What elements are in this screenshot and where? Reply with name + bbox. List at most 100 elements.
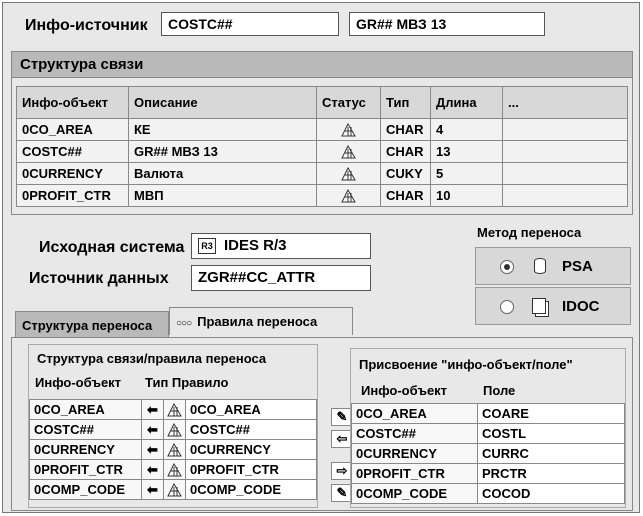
method-option-idoc[interactable]: IDOC bbox=[475, 287, 631, 325]
maintain-icon bbox=[167, 483, 182, 497]
idoc-radio[interactable] bbox=[500, 300, 514, 314]
rule-infoobject: 0CURRENCY bbox=[29, 439, 142, 460]
datasource-field[interactable]: ZGR##CC_ATTR bbox=[191, 265, 371, 291]
table-row[interactable]: 0PROFIT_CTR PRCTR bbox=[351, 463, 625, 484]
assign-field: CURRC bbox=[477, 443, 625, 464]
rule-infoobject: 0CO_AREA bbox=[29, 399, 142, 420]
rule-type-cell[interactable] bbox=[163, 459, 186, 480]
maintain-icon bbox=[167, 423, 182, 437]
row-status[interactable] bbox=[316, 118, 381, 141]
transfer-method-group: Метод переноса PSA IDOC bbox=[471, 225, 633, 333]
col-description: Описание bbox=[128, 86, 317, 119]
assignment-col-field: Поле bbox=[483, 383, 516, 398]
communication-structure-panel: Структура связи Инфо-объект Описание Ста… bbox=[11, 51, 633, 215]
table-row[interactable]: 0CURRENCY CURRC bbox=[351, 443, 625, 464]
psa-label: PSA bbox=[562, 258, 593, 275]
rules-block: Структура связи/правила переноса Инфо-об… bbox=[28, 344, 318, 508]
table-row[interactable]: COSTC## GR## МВЗ 13 CHAR 13 bbox=[16, 140, 628, 163]
rules-table: 0CO_AREA ⬅ 0CO_AREA COSTC## ⬅ COSTC## 0CURRENC… bbox=[29, 399, 317, 500]
arrow-left-icon[interactable]: ⬅ bbox=[141, 439, 164, 460]
psa-radio[interactable] bbox=[500, 260, 514, 274]
row-type: CHAR bbox=[380, 140, 431, 163]
transfer-rules-area: Структура связи/правила переноса Инфо-об… bbox=[11, 337, 633, 511]
row-infoobject: 0CURRENCY bbox=[16, 162, 129, 185]
rule-infoobject: 0PROFIT_CTR bbox=[29, 459, 142, 480]
datasource-label: Источник данных bbox=[29, 270, 169, 287]
table-row[interactable]: 0PROFIT_CTR МВП CHAR 10 bbox=[16, 184, 628, 207]
method-option-psa[interactable]: PSA bbox=[475, 247, 631, 285]
table-row[interactable]: 0CO_AREA COARE bbox=[351, 403, 625, 424]
row-type: CHAR bbox=[380, 118, 431, 141]
assign-field: COSTL bbox=[477, 423, 625, 444]
maintain-icon bbox=[341, 167, 356, 181]
assignment-table: 0CO_AREA COARE COSTC## COSTL 0CURRENCY CURRC 0… bbox=[351, 403, 625, 504]
arrow-left-icon[interactable]: ⬅ bbox=[141, 419, 164, 440]
table-row[interactable]: 0COMP_CODE COCOD bbox=[351, 483, 625, 504]
row-description: GR## МВЗ 13 bbox=[128, 140, 317, 163]
communication-structure-title: Структура связи bbox=[12, 52, 632, 78]
maintain-icon bbox=[341, 189, 356, 203]
communication-structure-table: Инфо-объект Описание Статус Тип Длина ..… bbox=[16, 86, 628, 207]
assign-infoobject: 0COMP_CODE bbox=[351, 483, 478, 504]
table-row[interactable]: COSTC## ⬅ COSTC## bbox=[29, 419, 317, 440]
assign-field: COARE bbox=[477, 403, 625, 424]
row-length: 13 bbox=[430, 140, 503, 163]
rules-title: Структура связи/правила переноса bbox=[37, 351, 267, 366]
maintain-icon bbox=[341, 145, 356, 159]
maintain-icon bbox=[167, 463, 182, 477]
assignment-col-infoobject: Инфо-объект bbox=[361, 383, 448, 398]
row-description: КЕ bbox=[128, 118, 317, 141]
source-system-label: Исходная система bbox=[39, 239, 185, 256]
row-status[interactable] bbox=[316, 184, 381, 207]
tab-transfer-rules[interactable]: ○○○ Правила переноса bbox=[169, 307, 353, 335]
rule-infoobject: 0COMP_CODE bbox=[29, 479, 142, 500]
arrow-left-icon[interactable]: ⬅ bbox=[141, 479, 164, 500]
transfer-method-title: Метод переноса bbox=[477, 225, 582, 240]
rule-type-cell[interactable] bbox=[163, 399, 186, 420]
table-row[interactable]: COSTC## COSTL bbox=[351, 423, 625, 444]
row-infoobject: COSTC## bbox=[16, 140, 129, 163]
rule-value: 0PROFIT_CTR bbox=[185, 459, 317, 480]
infosource-name-field[interactable]: GR## МВЗ 13 bbox=[349, 12, 545, 36]
table-row[interactable]: 0CO_AREA ⬅ 0CO_AREA bbox=[29, 399, 317, 420]
rule-infoobject: COSTC## bbox=[29, 419, 142, 440]
rule-type-cell[interactable] bbox=[163, 439, 186, 460]
main-window: Инфо-источник COSTC## GR## МВЗ 13 Структ… bbox=[2, 2, 640, 513]
assign-field: COCOD bbox=[477, 483, 625, 504]
rule-type-cell[interactable] bbox=[163, 479, 186, 500]
maintain-icon bbox=[341, 123, 356, 137]
row-status[interactable] bbox=[316, 162, 381, 185]
row-more bbox=[502, 118, 628, 141]
col-type: Тип bbox=[380, 86, 431, 119]
rule-value: 0CURRENCY bbox=[185, 439, 317, 460]
system-icon: R3 bbox=[198, 238, 216, 255]
table-row[interactable]: 0CURRENCY ⬅ 0CURRENCY bbox=[29, 439, 317, 460]
table-header-row: Инфо-объект Описание Статус Тип Длина ..… bbox=[16, 86, 628, 119]
row-infoobject: 0PROFIT_CTR bbox=[16, 184, 129, 207]
arrow-left-icon[interactable]: ⬅ bbox=[141, 399, 164, 420]
rule-value: COSTC## bbox=[185, 419, 317, 440]
rule-type-cell[interactable] bbox=[163, 419, 186, 440]
row-more bbox=[502, 184, 628, 207]
col-length: Длина bbox=[430, 86, 503, 119]
row-type: CUKY bbox=[380, 162, 431, 185]
assign-infoobject: COSTC## bbox=[351, 423, 478, 444]
document-icon bbox=[532, 298, 546, 314]
assign-infoobject: 0CO_AREA bbox=[351, 403, 478, 424]
arrow-left-icon[interactable]: ⬅ bbox=[141, 459, 164, 480]
source-system-field[interactable]: R3 IDES R/3 bbox=[191, 233, 371, 259]
tab-transfer-structure[interactable]: Структура переноса bbox=[15, 311, 169, 339]
row-more bbox=[502, 140, 628, 163]
table-row[interactable]: 0COMP_CODE ⬅ 0COMP_CODE bbox=[29, 479, 317, 500]
row-more bbox=[502, 162, 628, 185]
rules-col-type-rule: Тип Правило bbox=[145, 375, 229, 390]
row-status[interactable] bbox=[316, 140, 381, 163]
assign-field: PRCTR bbox=[477, 463, 625, 484]
table-row[interactable]: 0PROFIT_CTR ⬅ 0PROFIT_CTR bbox=[29, 459, 317, 480]
table-row[interactable]: 0CO_AREA КЕ CHAR 4 bbox=[16, 118, 628, 141]
col-more: ... bbox=[502, 86, 628, 119]
col-infoobject: Инфо-объект bbox=[16, 86, 129, 119]
rule-value: 0COMP_CODE bbox=[185, 479, 317, 500]
table-row[interactable]: 0CURRENCY Валюта CUKY 5 bbox=[16, 162, 628, 185]
infosource-code-field[interactable]: COSTC## bbox=[161, 12, 339, 36]
